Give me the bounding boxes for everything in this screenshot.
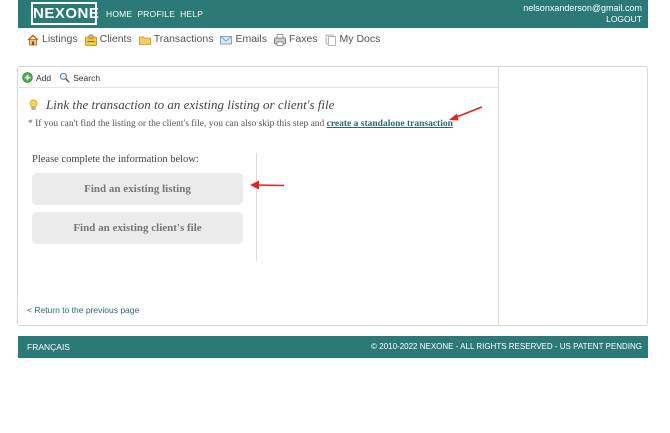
module-label: Emails	[235, 33, 267, 45]
module-transactions[interactable]: Transactions	[138, 33, 214, 46]
add-label: Add	[36, 73, 52, 83]
top-nav: HOME PROFILE HELP	[106, 9, 203, 19]
envelope-icon	[220, 34, 233, 46]
top-header: NEXONE HOME PROFILE HELP nelsonxanderson…	[18, 0, 648, 28]
annotation-arrow-icon	[250, 180, 285, 190]
return-previous-page-link[interactable]: < Return to the previous page	[27, 305, 139, 315]
logout-link[interactable]: LOGOUT	[523, 14, 642, 25]
documents-icon	[325, 34, 337, 46]
fax-icon	[274, 33, 286, 46]
user-box: nelsonxanderson@gmail.com LOGOUT	[523, 3, 642, 25]
main-panel: Add Search Link the transaction to an ex…	[17, 66, 648, 326]
nav-home-link[interactable]: HOME	[106, 9, 132, 19]
folder-icon	[138, 34, 151, 46]
client-icon	[84, 33, 97, 46]
skip-note: * If you can't find the listing or the c…	[28, 117, 468, 131]
create-standalone-transaction-link[interactable]: create a standalone transaction	[327, 119, 453, 129]
language-toggle-link[interactable]: FRANÇAIS	[27, 342, 70, 352]
footer: FRANÇAIS © 2010-2022 NEXONE - ALL RIGHTS…	[18, 336, 648, 358]
module-label: My Docs	[339, 33, 381, 45]
user-email: nelsonxanderson@gmail.com	[523, 3, 642, 13]
plus-circle-icon	[22, 72, 34, 84]
module-label: Listings	[42, 33, 78, 45]
module-emails[interactable]: Emails	[220, 33, 267, 46]
module-label: Clients	[99, 33, 132, 45]
toolbar-separator	[18, 87, 498, 88]
section-divider	[256, 153, 257, 261]
nexone-logo[interactable]: NEXONE	[31, 2, 99, 25]
module-my-docs[interactable]: My Docs	[325, 33, 381, 46]
module-label: Transactions	[153, 33, 214, 45]
search-icon	[59, 72, 71, 84]
lightbulb-icon	[28, 99, 40, 111]
house-icon	[27, 34, 39, 46]
annotation-arrow-icon	[449, 106, 483, 121]
skip-note-text: * If you can't find the listing or the c…	[28, 119, 325, 129]
nav-profile-link[interactable]: PROFILE	[137, 9, 175, 19]
nav-help-link[interactable]: HELP	[180, 9, 203, 19]
page-heading: Link the transaction to an existing list…	[28, 97, 334, 113]
instruction-text: Please complete the information below:	[32, 154, 199, 165]
toolbar: Add Search	[22, 71, 496, 85]
module-faxes[interactable]: Faxes	[274, 33, 318, 46]
module-clients[interactable]: Clients	[84, 33, 132, 46]
module-label: Faxes	[288, 33, 318, 45]
find-existing-client-file-button[interactable]: Find an existing client's file	[32, 212, 243, 244]
find-existing-listing-button[interactable]: Find an existing listing	[32, 173, 243, 205]
page-title: Link the transaction to an existing list…	[46, 97, 335, 112]
copyright-text: © 2010-2022 NEXONE - ALL RIGHTS RESERVED…	[371, 342, 642, 351]
search-button[interactable]: Search	[59, 72, 100, 84]
module-listings[interactable]: Listings	[27, 33, 78, 46]
module-nav: Listings Clients Transactions Emails Fax…	[27, 33, 380, 46]
panel-divider	[498, 67, 499, 325]
search-label: Search	[73, 73, 101, 83]
add-button[interactable]: Add	[22, 72, 51, 84]
